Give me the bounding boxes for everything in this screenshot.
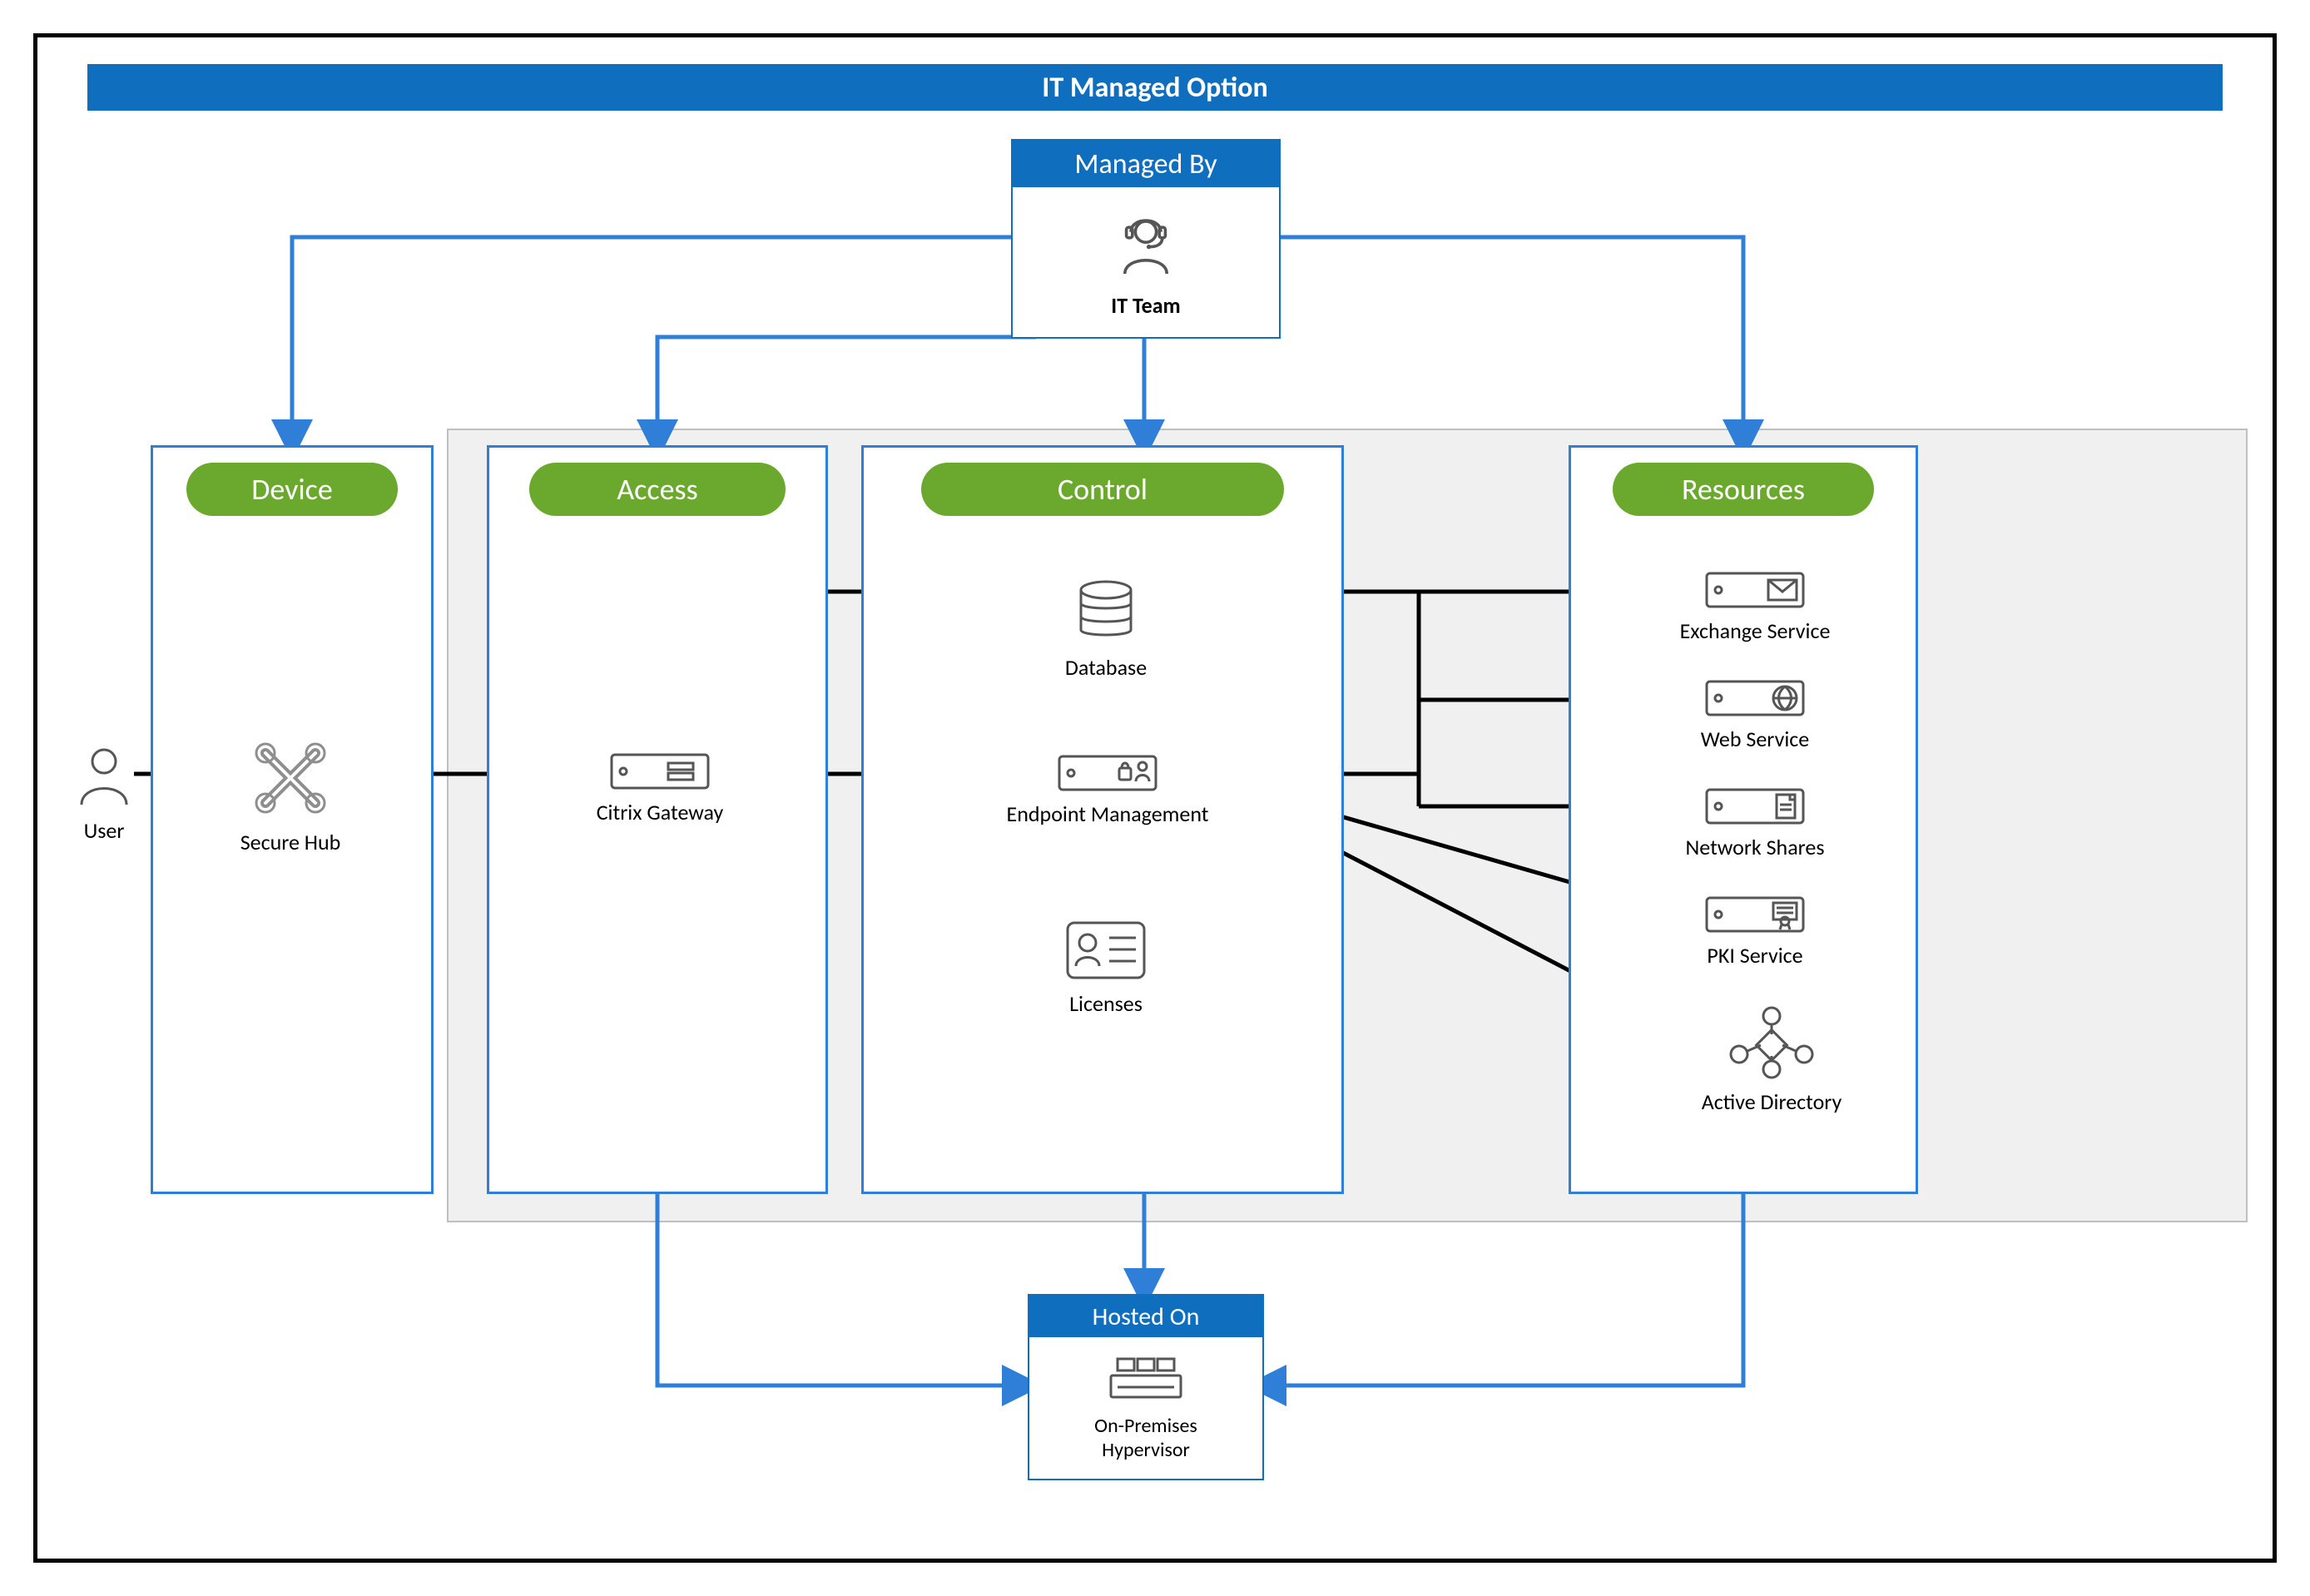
user-icon xyxy=(75,745,133,812)
user-label: User xyxy=(84,817,125,844)
gateway-label: Citrix Gateway xyxy=(597,799,724,825)
headset-user-icon xyxy=(1108,206,1183,285)
server-icon xyxy=(610,753,710,794)
licenses-node: Licenses xyxy=(1056,919,1156,1017)
lane-control-pill: Control xyxy=(921,463,1284,516)
server-icon xyxy=(1058,755,1157,796)
active-directory-node: Active Directory xyxy=(1688,1004,1855,1115)
endpoint-label: Endpoint Management xyxy=(1007,800,1209,827)
secure-hub-icon xyxy=(249,736,332,824)
managed-by-header: Managed By xyxy=(1013,141,1279,187)
hosted-on-header: Hosted On xyxy=(1029,1296,1262,1337)
ad-label: Active Directory xyxy=(1702,1088,1842,1115)
database-label: Database xyxy=(1065,654,1147,681)
citrix-gateway-node: Citrix Gateway xyxy=(577,753,743,825)
pki-label: PKI Service xyxy=(1707,942,1802,969)
licenses-label: Licenses xyxy=(1069,990,1143,1017)
exchange-service-node: Exchange Service xyxy=(1688,572,1822,644)
network-shares-node: Network Shares xyxy=(1688,788,1822,860)
active-directory-icon xyxy=(1726,1004,1817,1083)
hypervisor-icon xyxy=(1104,1354,1187,1408)
hosted-on-body: On-Premises Hypervisor xyxy=(1029,1337,1262,1479)
managed-by-box: Managed By IT Team xyxy=(1011,139,1281,339)
lane-control-label: Control xyxy=(1058,471,1148,508)
pki-service-node: PKI Service xyxy=(1688,896,1822,969)
network-label: Network Shares xyxy=(1686,834,1825,860)
user-node: User xyxy=(71,745,137,844)
web-label: Web Service xyxy=(1701,726,1809,752)
managed-by-body: IT Team xyxy=(1013,187,1279,337)
hosted-on-hypervisor-text: On-Premises Hypervisor xyxy=(1063,1415,1229,1463)
hosted-on-hypervisor-label: On-Premises Hypervisor xyxy=(1063,1415,1229,1463)
hosted-on-header-text: Hosted On xyxy=(1093,1301,1200,1332)
secure-hub-label: Secure Hub xyxy=(240,829,341,855)
lane-access-pill: Access xyxy=(529,463,785,516)
endpoint-management-node: Endpoint Management xyxy=(991,755,1224,827)
lane-resources-label: Resources xyxy=(1682,471,1805,508)
file-server-icon xyxy=(1705,788,1805,829)
hosted-on-box: Hosted On On-Premises Hypervisor xyxy=(1028,1294,1264,1480)
lane-device-label: Device xyxy=(251,471,333,508)
title-text: IT Managed Option xyxy=(1042,71,1267,105)
title-bar: IT Managed Option xyxy=(87,64,2223,111)
architecture-diagram-frame: IT Managed Option xyxy=(33,33,2277,1563)
exchange-label: Exchange Service xyxy=(1680,617,1831,644)
mail-server-icon xyxy=(1705,572,1805,612)
lane-access-label: Access xyxy=(617,471,697,508)
database-icon xyxy=(1073,578,1139,649)
managed-by-header-text: Managed By xyxy=(1074,147,1217,181)
id-card-icon xyxy=(1064,919,1148,985)
web-service-node: Web Service xyxy=(1688,680,1822,752)
lane-device-pill: Device xyxy=(186,463,398,516)
lane-resources-pill: Resources xyxy=(1613,463,1875,516)
managed-by-label: IT Team xyxy=(1111,292,1180,319)
cert-server-icon xyxy=(1705,896,1805,937)
database-node: Database xyxy=(1056,578,1156,681)
web-server-icon xyxy=(1705,680,1805,721)
secure-hub-node: Secure Hub xyxy=(232,736,349,855)
